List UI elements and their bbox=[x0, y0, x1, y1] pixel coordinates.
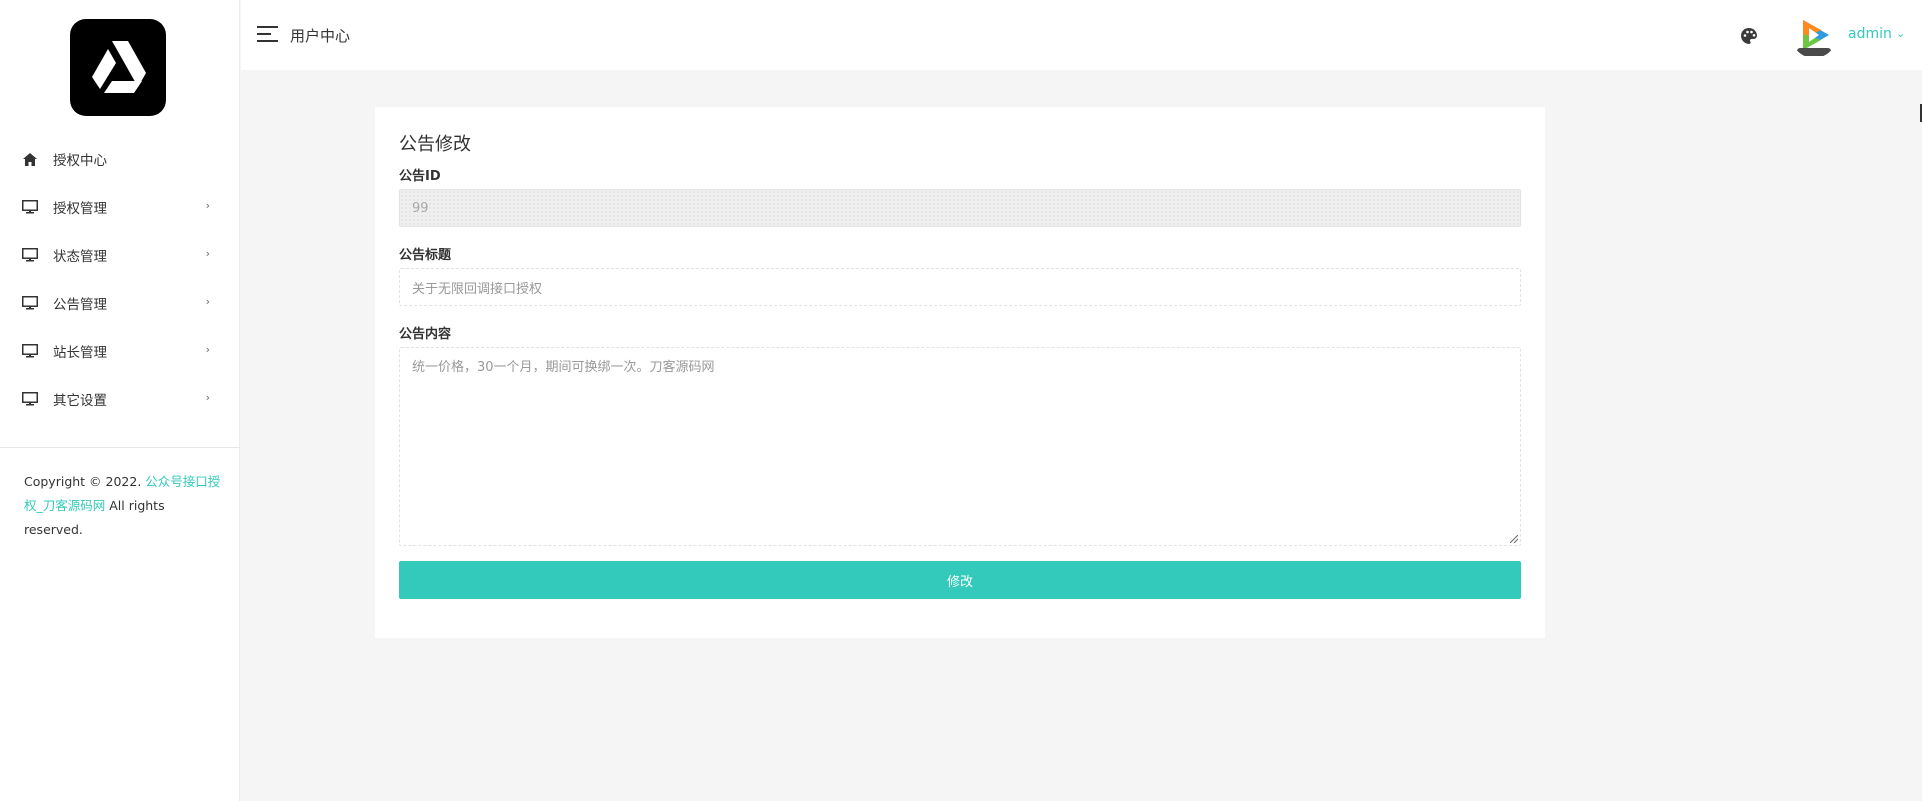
announcement-id-label: 公告ID bbox=[399, 169, 441, 184]
copyright-text: Copyright © 2022. 公众号接口授权_刀客源码网 All righ… bbox=[24, 470, 224, 542]
monitor-icon bbox=[22, 295, 38, 311]
app-logo[interactable] bbox=[70, 19, 166, 116]
home-icon bbox=[22, 151, 38, 167]
copyright-prefix: Copyright © 2022. bbox=[24, 474, 146, 489]
username-dropdown[interactable]: admin bbox=[1848, 26, 1892, 42]
monitor-icon bbox=[22, 391, 38, 407]
monitor-icon bbox=[22, 247, 38, 263]
sidebar-item-auth-management[interactable]: 授权管理 › bbox=[0, 183, 240, 231]
topbar: 用户中心 admin ⌄ bbox=[241, 0, 1922, 70]
sidebar-divider bbox=[0, 447, 240, 448]
sidebar-item-label: 授权中心 bbox=[53, 153, 107, 169]
submit-button[interactable]: 修改 bbox=[399, 561, 1521, 599]
avatar[interactable] bbox=[1791, 12, 1837, 58]
menu-toggle-icon[interactable] bbox=[257, 26, 278, 42]
monitor-icon bbox=[22, 199, 38, 215]
announcement-title-input[interactable]: 关于无限回调接口授权 bbox=[399, 268, 1521, 306]
chevron-right-icon: › bbox=[205, 343, 210, 356]
announcement-content-label: 公告内容 bbox=[399, 327, 452, 342]
sidebar-item-status-management[interactable]: 状态管理 › bbox=[0, 231, 240, 279]
announcement-title-label: 公告标题 bbox=[399, 248, 452, 263]
chevron-right-icon: › bbox=[205, 199, 210, 212]
sidebar-item-other-settings[interactable]: 其它设置 › bbox=[0, 375, 240, 423]
palette-icon[interactable] bbox=[1740, 27, 1758, 45]
chevron-right-icon: › bbox=[205, 295, 210, 308]
page-title: 用户中心 bbox=[290, 27, 351, 45]
announcement-content-textarea[interactable]: 统一价格，30一个月，期间可换绑一次。刀客源码网 bbox=[399, 347, 1521, 546]
sidebar-nav: 授权中心 授权管理 › 状态管理 › 公告管理 › 站长管理 › 其它设置 › bbox=[0, 135, 240, 423]
sidebar-item-webmaster-management[interactable]: 站长管理 › bbox=[0, 327, 240, 375]
monitor-icon bbox=[22, 343, 38, 359]
sidebar-item-label: 授权管理 bbox=[53, 201, 107, 217]
sidebar-item-label: 站长管理 bbox=[53, 345, 107, 361]
chevron-right-icon: › bbox=[205, 247, 210, 260]
sidebar-item-label: 公告管理 bbox=[53, 297, 107, 313]
drive-logo-icon bbox=[92, 41, 146, 93]
sidebar-item-announcement-management[interactable]: 公告管理 › bbox=[0, 279, 240, 327]
sidebar-item-auth-center[interactable]: 授权中心 bbox=[0, 135, 240, 183]
sidebar: 授权中心 授权管理 › 状态管理 › 公告管理 › 站长管理 › 其它设置 › … bbox=[0, 0, 240, 801]
sidebar-item-label: 其它设置 bbox=[53, 393, 107, 409]
sidebar-item-label: 状态管理 bbox=[53, 249, 107, 265]
resize-grip-icon[interactable] bbox=[1510, 535, 1518, 543]
announcement-id-field: 99 bbox=[399, 189, 1521, 227]
card-title: 公告修改 bbox=[399, 134, 471, 155]
chevron-down-icon[interactable]: ⌄ bbox=[1896, 27, 1905, 40]
textarea-placeholder: 统一价格，30一个月，期间可换绑一次。刀客源码网 bbox=[412, 360, 715, 375]
announcement-edit-card: 公告修改 公告ID 99 公告标题 关于无限回调接口授权 公告内容 统一价格，3… bbox=[375, 107, 1545, 638]
chevron-right-icon: › bbox=[205, 391, 210, 404]
video-play-logo-icon bbox=[1791, 12, 1837, 58]
